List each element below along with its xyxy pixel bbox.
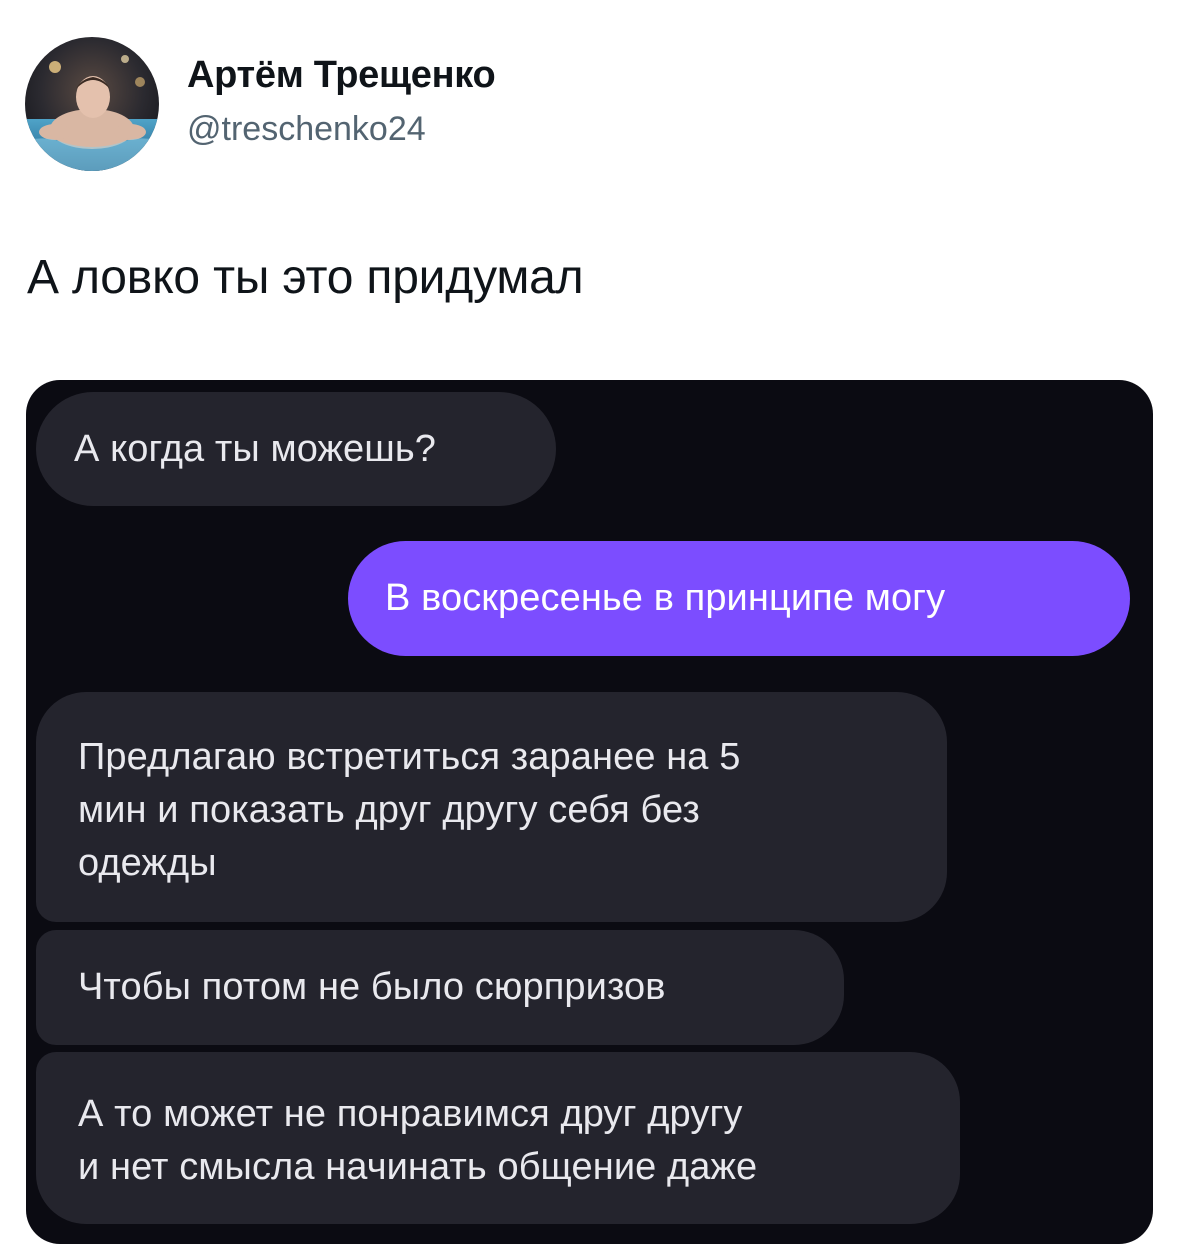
message-bubble-incoming: А когда ты можешь? <box>36 392 556 506</box>
message-text: Предлагаю встретиться заранее на 5 <box>78 736 741 778</box>
message-text: одежды <box>78 842 217 884</box>
message-bubble-incoming: А то может не понравимся друг другу и не… <box>36 1052 960 1224</box>
author-name[interactable]: Артём Трещенко <box>187 54 496 97</box>
avatar-photo-icon <box>25 37 159 171</box>
message-text: и нет смысла начинать общение даже <box>78 1146 758 1188</box>
message-text: В воскресенье в принципе могу <box>385 577 946 619</box>
avatar[interactable] <box>25 37 159 171</box>
message-bubble-outgoing: В воскресенье в принципе могу <box>348 541 1130 656</box>
message-text: мин и показать друг другу себя без <box>78 789 700 831</box>
message-bubble-incoming: Чтобы потом не было сюрпризов <box>36 930 844 1045</box>
tweet-text: А ловко ты это придумал <box>27 251 584 304</box>
message-text: Чтобы потом не было сюрпризов <box>78 966 666 1008</box>
chat-screenshot: А когда ты можешь? В воскресенье в принц… <box>26 380 1153 1244</box>
message-text: А то может не понравимся друг другу <box>78 1093 743 1135</box>
message-text: А когда ты можешь? <box>74 428 436 470</box>
author-handle[interactable]: @treschenko24 <box>187 110 426 149</box>
tweet-card: Артём Трещенко @treschenko24 А ловко ты … <box>0 0 1179 1258</box>
message-bubble-incoming: Предлагаю встретиться заранее на 5 мин и… <box>36 692 947 922</box>
